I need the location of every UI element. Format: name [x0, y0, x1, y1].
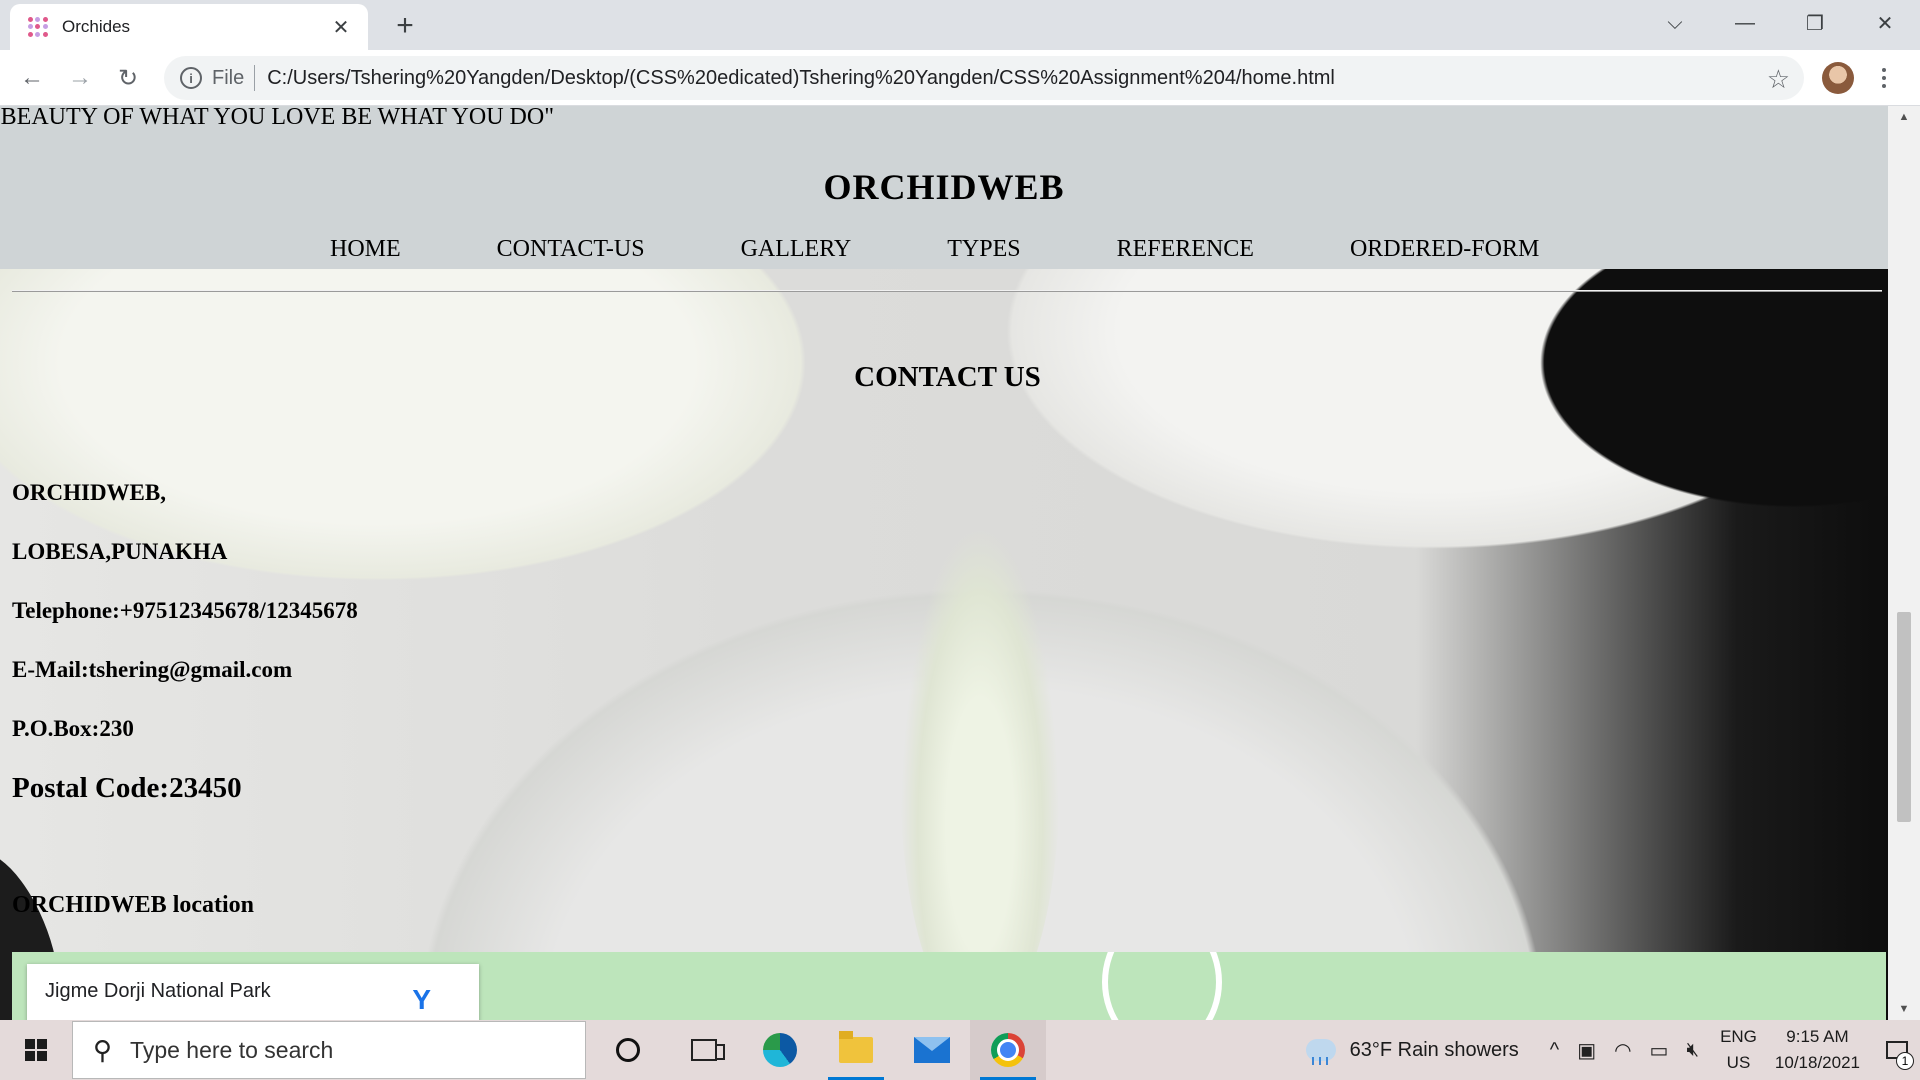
nav-link-home[interactable]: HOME: [330, 236, 401, 263]
reload-icon[interactable]: ↻: [110, 60, 146, 96]
address-separator: [254, 65, 256, 91]
chrome-taskbar-button[interactable]: [970, 1020, 1046, 1080]
contact-name: ORCHIDWEB,: [12, 480, 166, 505]
orchid-petal-vein: [900, 526, 1060, 1020]
search-icon: ⚲: [93, 1034, 113, 1065]
action-center-button[interactable]: 1: [1874, 1020, 1920, 1080]
show-hidden-icons-chevron-icon[interactable]: ^: [1550, 1039, 1559, 1062]
system-tray: 63°F Rain showers ^ ▣ ◠ ▭ 🔇︎ ENG US 9:15…: [1305, 1020, 1920, 1080]
site-title: ORCHIDWEB: [823, 167, 1065, 207]
window-controls: ⌵ — ❐ ✕: [1640, 0, 1920, 46]
wifi-icon[interactable]: ◠: [1614, 1038, 1631, 1063]
task-view-icon: [691, 1039, 725, 1061]
language-code: ENG: [1720, 1027, 1757, 1046]
page-scrollbar[interactable]: ▲ ▼: [1888, 106, 1920, 1020]
scroll-up-arrow-icon[interactable]: ▲: [1888, 106, 1920, 128]
start-button[interactable]: [0, 1020, 72, 1080]
weather-text: 63°F Rain showers: [1349, 1038, 1519, 1061]
clock-date: 10/18/2021: [1774, 1053, 1860, 1072]
nav-link-reference[interactable]: REFERENCE: [1117, 236, 1254, 263]
restore-button[interactable]: ❐: [1780, 0, 1850, 46]
windows-logo-icon: [25, 1039, 47, 1061]
contact-heading: CONTACT US: [854, 361, 1041, 393]
notification-badge: 1: [1896, 1052, 1914, 1070]
edge-taskbar-button[interactable]: [742, 1020, 818, 1080]
profile-avatar[interactable]: [1822, 62, 1854, 94]
map-road: [1102, 952, 1222, 1020]
nav-link-gallery[interactable]: GALLERY: [741, 236, 852, 263]
orchid-favicon-icon: [28, 17, 48, 37]
back-arrow-icon[interactable]: ←: [14, 60, 50, 96]
tab-strip: Orchides ✕ + ⌵ — ❐ ✕: [0, 0, 1920, 50]
horizontal-rule: [12, 290, 1882, 292]
browser-toolbar: ← → ↻ i File C:/Users/Tshering%20Yangden…: [0, 50, 1920, 106]
edge-icon: [763, 1033, 797, 1067]
contact-telephone: Telephone:+97512345678/12345678: [12, 598, 358, 623]
close-window-button[interactable]: ✕: [1850, 0, 1920, 46]
keyboard-layout: US: [1726, 1053, 1751, 1072]
nav-link-ordered-form[interactable]: ORDERED-FORM: [1350, 236, 1539, 263]
forward-arrow-icon[interactable]: →: [62, 60, 98, 96]
web-page: E BEAUTY OF WHAT YOU LOVE BE WHAT YOU DO…: [0, 106, 1888, 1020]
file-explorer-taskbar-button[interactable]: [818, 1020, 894, 1080]
scroll-thumb[interactable]: [1897, 612, 1911, 822]
url-scheme-label: File: [212, 66, 245, 89]
weather-widget[interactable]: 63°F Rain showers: [1305, 1038, 1519, 1065]
nav-link-contact-us[interactable]: CONTACT-US: [497, 236, 645, 263]
meet-now-icon[interactable]: ▣: [1577, 1038, 1596, 1063]
contact-email: E-Mail:tshering@gmail.com: [12, 657, 293, 682]
cortana-icon: [616, 1038, 640, 1062]
page-viewport: E BEAUTY OF WHAT YOU LOVE BE WHAT YOU DO…: [0, 106, 1920, 1020]
tab-search-chevron-icon[interactable]: ⌵: [1640, 0, 1710, 46]
url-text[interactable]: C:/Users/Tshering%20Yangden/Desktop/(CSS…: [267, 67, 1335, 90]
directions-icon[interactable]: Y: [412, 984, 431, 1016]
minimize-button[interactable]: —: [1710, 0, 1780, 46]
task-view-button[interactable]: [666, 1020, 742, 1080]
rain-cloud-icon: [1305, 1039, 1336, 1065]
search-placeholder: Type here to search: [130, 1036, 334, 1063]
map-place-name: Jigme Dorji National Park: [45, 980, 271, 1002]
mail-taskbar-button[interactable]: [894, 1020, 970, 1080]
tab-close-icon[interactable]: ✕: [328, 15, 354, 40]
bookmark-star-icon[interactable]: ☆: [1767, 64, 1790, 95]
scroll-down-arrow-icon[interactable]: ▼: [1888, 998, 1920, 1020]
embedded-map[interactable]: Jigme Dorji National Park Y: [12, 952, 1886, 1020]
map-place-card[interactable]: Jigme Dorji National Park Y: [27, 964, 479, 1020]
contact-address: LOBESA,PUNAKHA: [12, 539, 228, 564]
folder-icon: [839, 1031, 873, 1063]
location-label: ORCHIDWEB location: [12, 892, 255, 918]
input-language[interactable]: ENG US: [1720, 1024, 1757, 1076]
browser-tab[interactable]: Orchides ✕: [10, 4, 368, 50]
browser-menu-icon[interactable]: [1874, 60, 1894, 96]
site-header: E BEAUTY OF WHAT YOU LOVE BE WHAT YOU DO…: [0, 106, 1888, 269]
contact-po-box: P.O.Box:230: [12, 716, 134, 741]
address-bar[interactable]: i File C:/Users/Tshering%20Yangden/Deskt…: [164, 56, 1804, 100]
mail-icon: [914, 1037, 950, 1063]
marquee-quote: E BEAUTY OF WHAT YOU LOVE BE WHAT YOU DO…: [0, 106, 554, 130]
new-tab-button[interactable]: +: [388, 10, 422, 44]
site-info-icon[interactable]: i: [180, 67, 202, 89]
nav-link-types[interactable]: TYPES: [947, 236, 1020, 263]
main-nav: HOME CONTACT-US GALLERY TYPES REFERENCE …: [330, 236, 1539, 263]
taskbar-clock[interactable]: 9:15 AM 10/18/2021: [1775, 1024, 1860, 1076]
tab-title: Orchides: [62, 17, 131, 36]
chrome-icon: [991, 1033, 1025, 1067]
cortana-button[interactable]: [590, 1020, 666, 1080]
taskbar-search[interactable]: ⚲ Type here to search: [72, 1021, 586, 1079]
contact-postal-code: Postal Code:23450: [12, 772, 242, 804]
volume-muted-icon[interactable]: 🔇︎: [1686, 1039, 1699, 1062]
clock-time: 9:15 AM: [1786, 1027, 1849, 1046]
battery-icon[interactable]: ▭: [1650, 1038, 1669, 1063]
